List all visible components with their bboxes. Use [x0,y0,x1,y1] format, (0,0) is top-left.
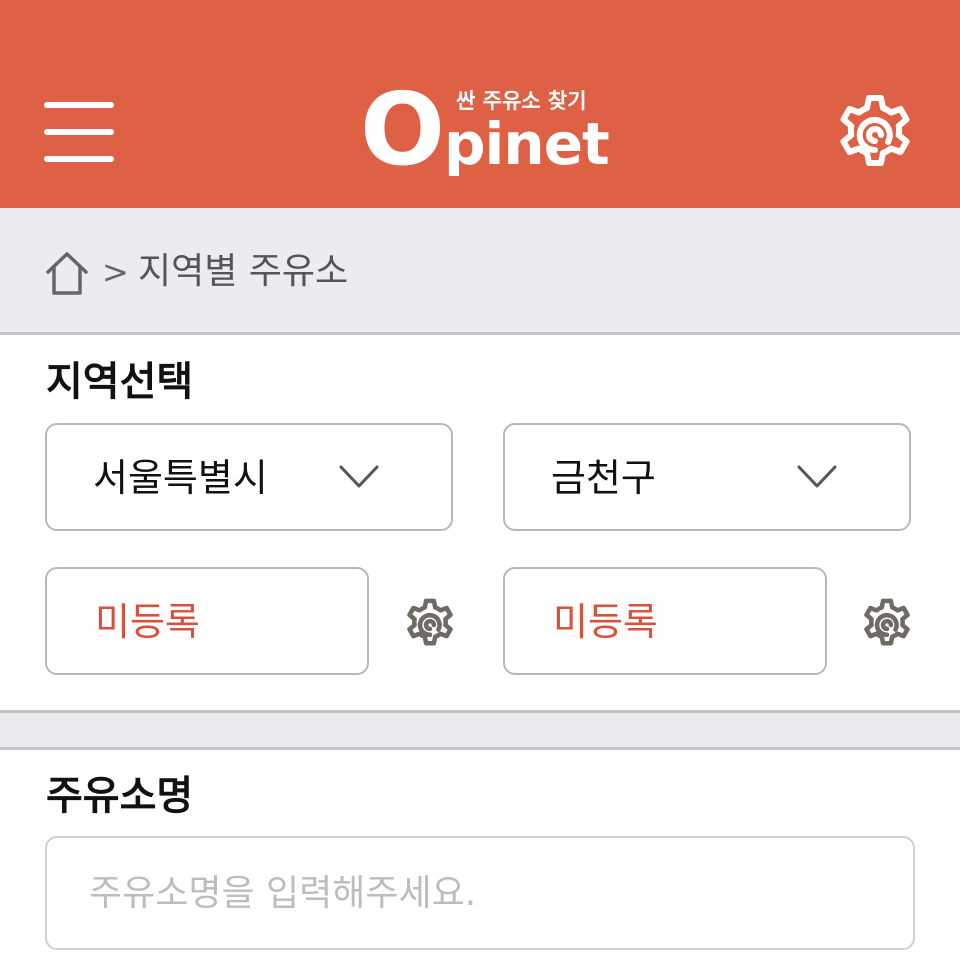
menu-button[interactable] [44,100,116,164]
home-icon [46,252,88,295]
chevron-down-icon [339,465,379,488]
gear-icon [864,598,910,646]
logo-o: O [360,71,446,188]
gear-icon [840,95,910,166]
district-select[interactable]: 금천구 [503,423,911,531]
province-select[interactable]: 서울특별시 [45,423,453,531]
settings-button[interactable] [832,92,918,178]
logo-wordmark: pinet [444,110,610,178]
favorite-slot-2[interactable]: 미등록 [503,567,827,675]
section-divider [0,710,960,750]
favorite-settings-button-2[interactable] [859,597,915,653]
favorite-settings-button-1[interactable] [402,597,458,653]
region-section-title: 지역선택 [46,359,194,405]
station-name-section-title: 주유소명 [46,773,194,819]
favorite-slot-label: 미등록 [553,600,658,644]
opinet-logo: O pinet 싼 주유소 찾기 [360,80,610,190]
favorite-slot-1[interactable]: 미등록 [45,567,369,675]
station-name-input[interactable] [45,836,915,950]
chevron-down-icon [797,465,837,488]
breadcrumb-separator: > [102,253,129,291]
breadcrumb-current: 지역별 주유소 [138,251,349,292]
hamburger-line [44,129,114,135]
logo-tagline: 싼 주유소 찾기 [456,89,587,113]
district-select-value: 금천구 [551,456,656,500]
hamburger-line [44,156,114,162]
home-button[interactable] [44,250,90,296]
province-select-value: 서울특별시 [93,456,268,500]
hamburger-menu-icon [44,102,114,108]
gear-icon [407,598,453,646]
favorite-slot-label: 미등록 [95,600,200,644]
